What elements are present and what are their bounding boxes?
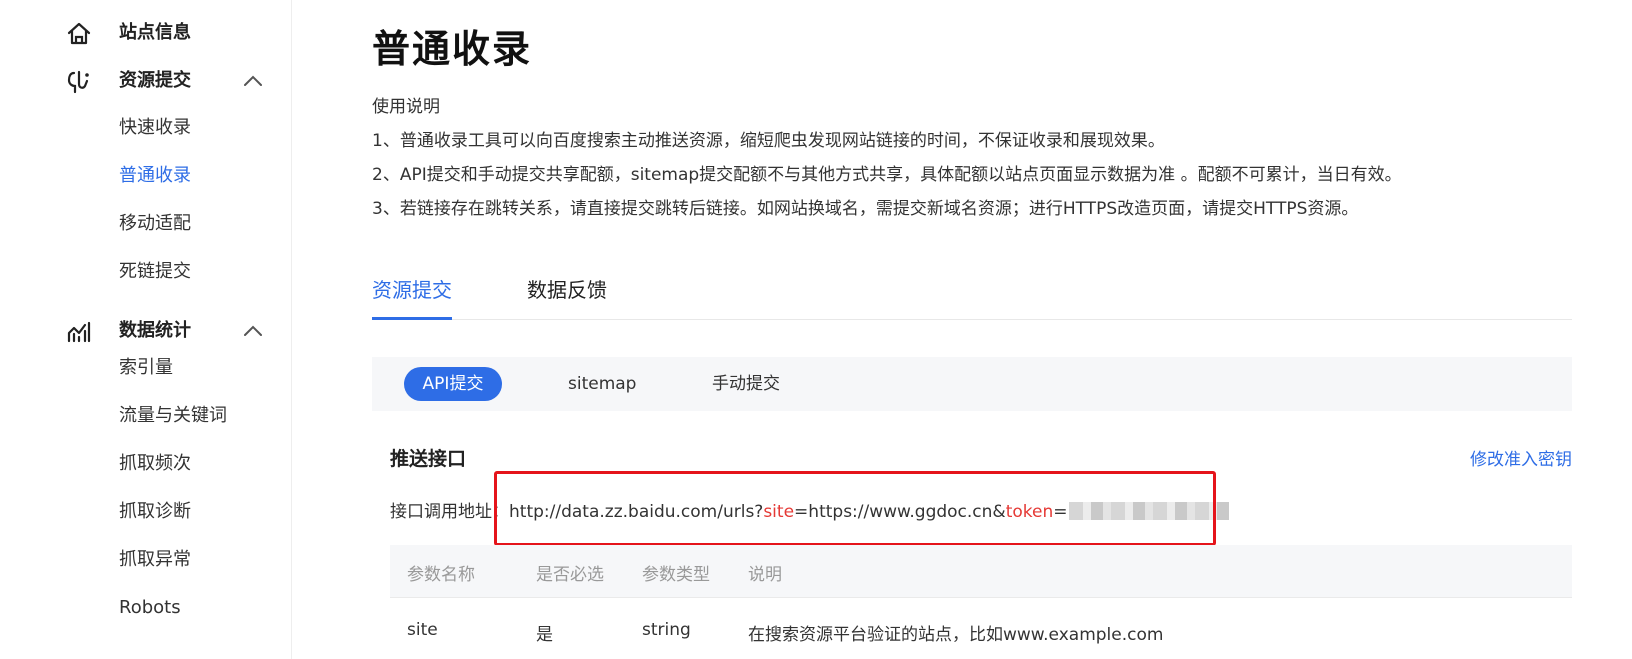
sidebar-item-crawl-errors[interactable]: 抓取异常 — [119, 545, 191, 575]
sidebar-item-dead-link[interactable]: 死链提交 — [119, 257, 191, 287]
column-header: 是否必选 — [536, 565, 604, 585]
submit-method-bar: API提交 sitemap 手动提交 — [372, 357, 1572, 411]
subtab-manual-submit[interactable]: 手动提交 — [712, 367, 780, 401]
blurred-token — [1069, 502, 1230, 520]
instruction-line: 1、普通收录工具可以向百度搜索主动推送资源，缩短爬虫发现网站链接的时间，不保证收… — [372, 131, 1165, 151]
table-cell: site — [407, 620, 438, 640]
column-header: 参数名称 — [407, 565, 475, 585]
column-header: 说明 — [748, 565, 782, 585]
subtab-sitemap[interactable]: sitemap — [568, 367, 636, 401]
instruction-line: 3、若链接存在跳转关系，请直接提交跳转后链接。如网站换域名，需提交新域名资源；进… — [372, 199, 1359, 219]
sidebar-group-resource-submit[interactable]: 资源提交 — [0, 61, 292, 101]
tab-resource-submit[interactable]: 资源提交 — [372, 262, 452, 320]
home-icon — [66, 21, 92, 47]
sidebar-item-robots[interactable]: Robots — [119, 593, 181, 623]
params-table: 参数名称 是否必选 参数类型 说明 site 是 string 在搜索资源平台验… — [390, 545, 1572, 659]
api-param-token: token — [1005, 502, 1054, 522]
table-cell: string — [642, 620, 691, 640]
chart-stats-icon — [66, 319, 92, 345]
main-tabs: 资源提交 数据反馈 — [372, 262, 1572, 320]
api-address-row: 接口调用地址：http://data.zz.baidu.com/urls?sit… — [390, 497, 1230, 522]
sidebar-group-site-info[interactable]: 站点信息 — [0, 13, 292, 53]
sidebar-item-index-volume[interactable]: 索引量 — [119, 353, 173, 383]
table-cell: 在搜索资源平台验证的站点，比如www.example.com — [748, 625, 1164, 645]
tab-data-feedback[interactable]: 数据反馈 — [527, 262, 607, 318]
chevron-up-icon[interactable] — [243, 325, 263, 337]
sidebar-item-normal-index[interactable]: 普通收录 — [119, 161, 191, 191]
sidebar-group-label: 站点信息 — [119, 22, 191, 43]
chevron-up-icon[interactable] — [243, 75, 263, 87]
table-cell: 是 — [536, 625, 553, 645]
sidebar-item-mobile-adapt[interactable]: 移动适配 — [119, 209, 191, 239]
table-header: 参数名称 是否必选 参数类型 说明 — [390, 545, 1572, 598]
sidebar-group-label: 资源提交 — [119, 70, 191, 91]
sidebar-item-crawl-diagnosis[interactable]: 抓取诊断 — [119, 497, 191, 527]
sidebar-group-label: 数据统计 — [119, 320, 191, 341]
api-param-site: site — [763, 502, 795, 522]
modify-key-link[interactable]: 修改准入密钥 — [1470, 445, 1572, 470]
page-title: 普通收录 — [372, 27, 533, 71]
sidebar-group-data-stats[interactable]: 数据统计 — [0, 311, 292, 351]
instruction-line: 2、API提交和手动提交共享配额，sitemap提交配额不与其他方式共享，具体配… — [372, 165, 1402, 185]
subtab-api-submit[interactable]: API提交 — [404, 367, 502, 401]
section-title: 推送接口 — [390, 448, 467, 470]
sidebar: 站点信息 资源提交 快速收录 普通收录 移动适配 死链提交 数据统计 索引量 流… — [0, 0, 292, 659]
sidebar-item-traffic-keywords[interactable]: 流量与关键词 — [119, 401, 227, 431]
submit-resource-icon — [66, 69, 92, 95]
column-header: 参数类型 — [642, 565, 710, 585]
api-url-prefix[interactable]: http://data.zz.baidu.com/urls? — [509, 502, 763, 522]
api-site-value: =https://www.ggdoc.cn& — [794, 502, 1006, 522]
table-row: site 是 string 在搜索资源平台验证的站点，比如www.example… — [390, 598, 1572, 659]
sidebar-item-crawl-frequency[interactable]: 抓取频次 — [119, 449, 191, 479]
sidebar-item-fast-index[interactable]: 快速收录 — [119, 113, 191, 143]
instructions-heading: 使用说明 — [372, 97, 440, 117]
api-token-eq: = — [1053, 502, 1068, 522]
api-address-label: 接口调用地址： — [390, 502, 509, 522]
